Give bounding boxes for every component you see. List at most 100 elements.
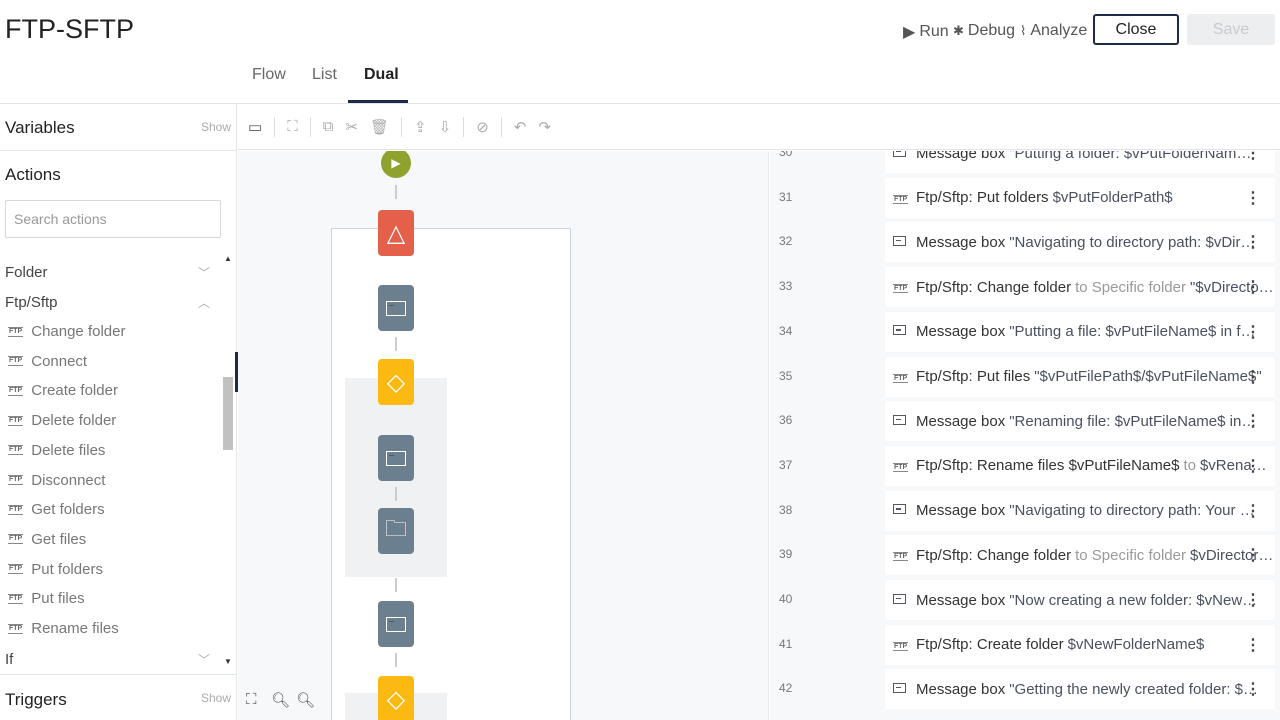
- more-options-icon[interactable]: ⋮: [1245, 277, 1261, 297]
- list-row[interactable]: 33 FTP Ftp/Sftp: Change folder to Specif…: [770, 267, 1280, 308]
- scrollbar-thumb[interactable]: [223, 377, 233, 450]
- scroll-down-icon[interactable]: ▼: [224, 657, 232, 666]
- more-options-icon[interactable]: ⋮: [1245, 232, 1261, 252]
- list-row[interactable]: 38 Message box "Navigating to directory …: [770, 490, 1280, 531]
- more-options-icon[interactable]: ⋮: [1245, 188, 1261, 208]
- action-card[interactable]: FTP Ftp/Sftp: Change folder to Specific …: [885, 535, 1275, 576]
- list-row[interactable]: 30 Message box "Putting a folder: $vPutF…: [770, 151, 1280, 173]
- list-row[interactable]: 31 FTP Ftp/Sftp: Put folders $vPutFolder…: [770, 177, 1280, 218]
- action-item[interactable]: FTP Put files: [8, 590, 85, 607]
- more-options-icon[interactable]: ⋮: [1245, 322, 1261, 342]
- category-ftp-sftp[interactable]: Ftp/Sftp ︿: [5, 294, 210, 311]
- action-item[interactable]: FTP Get files: [8, 531, 86, 548]
- category-folder[interactable]: Folder ﹀: [5, 264, 210, 281]
- list-row[interactable]: 32 Message box "Navigating to directory …: [770, 222, 1280, 263]
- search-actions-input[interactable]: Search actions: [5, 200, 221, 238]
- action-card[interactable]: FTP Ftp/Sftp: Create folder $vNewFolderN…: [885, 624, 1275, 665]
- flow-canvas[interactable]: ▶ △ ◇ 🗀 ◇ ⛶ 🔍︎ 🔍︎: [238, 151, 769, 720]
- loop-node[interactable]: △: [378, 210, 414, 256]
- disable-icon[interactable]: ⊘: [476, 118, 489, 136]
- copy-icon[interactable]: ⧉: [323, 118, 334, 135]
- tab-dual[interactable]: Dual: [364, 66, 399, 84]
- tab-list[interactable]: List: [312, 66, 337, 84]
- more-options-icon[interactable]: ⋮: [1245, 501, 1261, 521]
- list-row[interactable]: 42 Message box "Getting the newly create…: [770, 669, 1280, 710]
- more-options-icon[interactable]: ⋮: [1245, 151, 1261, 163]
- action-item[interactable]: FTP Create folder: [8, 382, 118, 399]
- more-options-icon[interactable]: ⋮: [1245, 456, 1261, 476]
- if-node[interactable]: ◇: [378, 359, 414, 405]
- delete-icon[interactable]: 🗑︎: [370, 118, 389, 136]
- more-options-icon[interactable]: ⋮: [1245, 411, 1261, 431]
- list-row[interactable]: 39 FTP Ftp/Sftp: Change folder to Specif…: [770, 535, 1280, 576]
- action-item[interactable]: FTP Delete folder: [8, 412, 116, 429]
- zoom-out-icon[interactable]: 🔍︎: [271, 691, 290, 709]
- action-card[interactable]: Message box "Now creating a new folder: …: [885, 580, 1275, 620]
- more-options-icon[interactable]: ⋮: [1245, 367, 1261, 387]
- upload-icon[interactable]: ⇪: [414, 118, 427, 136]
- more-options-icon[interactable]: ⋮: [1245, 679, 1261, 699]
- folder-node[interactable]: 🗀: [378, 508, 414, 554]
- action-item[interactable]: FTP Delete files: [8, 442, 105, 459]
- cut-icon[interactable]: ✂: [345, 118, 358, 136]
- action-card[interactable]: Message box "Putting a file: $vPutFileNa…: [885, 311, 1275, 352]
- line-number: 38: [779, 502, 793, 517]
- action-item-label: Create folder: [31, 382, 118, 400]
- fit-screen-icon[interactable]: ⛶: [246, 691, 257, 708]
- list-row[interactable]: 36 Message box "Renaming file: $vPutFile…: [770, 401, 1280, 442]
- action-item[interactable]: FTP Disconnect: [8, 472, 105, 489]
- save-button[interactable]: Save: [1187, 14, 1275, 45]
- more-options-icon[interactable]: ⋮: [1245, 590, 1261, 610]
- debug-label: Debug: [967, 22, 1016, 39]
- ftp-icon: FTP: [8, 356, 24, 367]
- undo-icon[interactable]: ↶: [514, 118, 527, 136]
- action-item[interactable]: FTP Connect: [8, 353, 87, 370]
- run-button[interactable]: ▶ Run: [903, 22, 949, 42]
- tab-flow[interactable]: Flow: [252, 66, 286, 84]
- record-icon[interactable]: ▭: [248, 118, 262, 136]
- message-box-node[interactable]: [378, 601, 414, 647]
- ftp-icon: FTP: [8, 623, 24, 634]
- triggers-show-link[interactable]: Show: [201, 691, 231, 705]
- scroll-up-icon[interactable]: ▲: [224, 254, 232, 263]
- list-row[interactable]: 35 FTP Ftp/Sftp: Put files "$vPutFilePat…: [770, 356, 1280, 397]
- more-options-icon[interactable]: ⋮: [1245, 545, 1261, 565]
- ftp-icon: FTP: [8, 445, 24, 456]
- screenshot-icon[interactable]: ⛶: [287, 118, 298, 135]
- zoom-in-icon[interactable]: 🔍︎: [296, 691, 315, 709]
- start-node[interactable]: ▶: [381, 151, 411, 178]
- list-row[interactable]: 40 Message box "Now creating a new folde…: [770, 580, 1280, 620]
- message-box-node[interactable]: [378, 285, 414, 331]
- action-card[interactable]: Message box "Putting a folder: $vPutFold…: [885, 151, 1275, 173]
- list-row[interactable]: 34 Message box "Putting a file: $vPutFil…: [770, 311, 1280, 352]
- action-item[interactable]: FTP Get folders: [8, 501, 105, 518]
- action-card[interactable]: Message box "Renaming file: $vPutFileNam…: [885, 401, 1275, 442]
- sidebar-scrollbar[interactable]: [222, 254, 234, 670]
- action-card[interactable]: Message box "Getting the newly created f…: [885, 669, 1275, 710]
- variables-show-link[interactable]: Show: [201, 120, 231, 134]
- action-card[interactable]: Message box "Navigating to directory pat…: [885, 222, 1275, 263]
- action-value: "$vPutFilePath$/$vPutFileName$": [1034, 368, 1262, 385]
- action-card[interactable]: Message box "Navigating to directory pat…: [885, 490, 1275, 531]
- action-item[interactable]: FTP Put folders: [8, 561, 103, 578]
- more-options-icon[interactable]: ⋮: [1245, 635, 1261, 655]
- action-item[interactable]: FTP Rename files: [8, 620, 119, 637]
- action-card[interactable]: FTP Ftp/Sftp: Put folders $vPutFolderPat…: [885, 177, 1275, 218]
- close-button[interactable]: Close: [1093, 14, 1179, 45]
- list-row[interactable]: 37 FTP Ftp/Sftp: Rename files $vPutFileN…: [770, 445, 1280, 486]
- download-icon[interactable]: ⇩: [439, 118, 452, 136]
- message-box-icon: [386, 450, 406, 466]
- list-row[interactable]: 41 FTP Ftp/Sftp: Create folder $vNewFold…: [770, 624, 1280, 665]
- debug-button[interactable]: ✱ Debug: [953, 22, 1015, 40]
- message-box-node[interactable]: [378, 435, 414, 481]
- analyze-button[interactable]: ⌇ Analyze: [1020, 22, 1087, 40]
- action-card[interactable]: FTP Ftp/Sftp: Rename files $vPutFileName…: [885, 445, 1275, 486]
- redo-icon[interactable]: ↷: [538, 118, 551, 136]
- line-number: 33: [779, 279, 793, 294]
- action-card[interactable]: FTP Ftp/Sftp: Put files "$vPutFilePath$/…: [885, 356, 1275, 397]
- action-card[interactable]: FTP Ftp/Sftp: Change folder to Specific …: [885, 267, 1275, 308]
- action-value: "Putting a folder: $vPutFolderName$ int.…: [1009, 151, 1260, 162]
- category-if[interactable]: If ﹀: [5, 651, 210, 668]
- action-item[interactable]: FTP Change folder: [8, 323, 125, 340]
- if-node[interactable]: ◇: [378, 676, 414, 720]
